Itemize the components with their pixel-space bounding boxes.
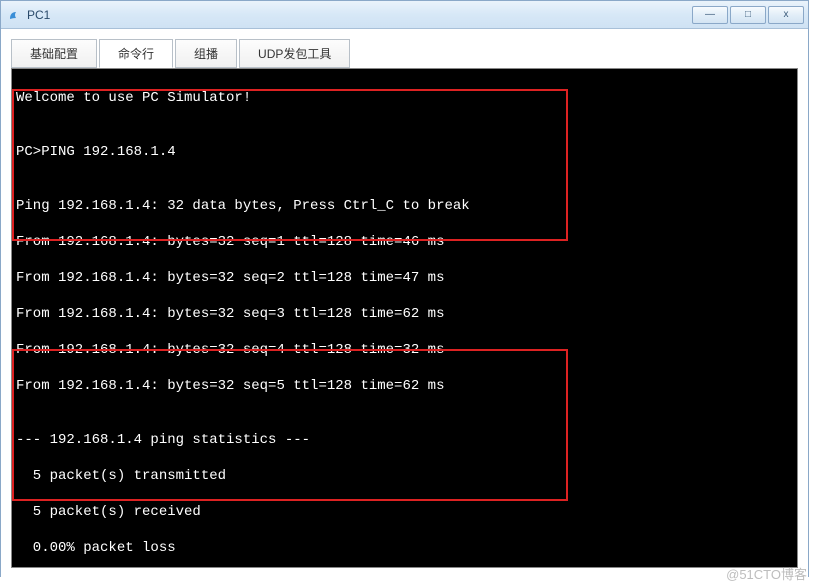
terminal-line: From 192.168.1.4: bytes=32 seq=3 ttl=128… (16, 305, 793, 323)
terminal-line: From 192.168.1.4: bytes=32 seq=4 ttl=128… (16, 341, 793, 359)
terminal-panel: Welcome to use PC Simulator! PC>PING 192… (1, 68, 808, 578)
tab-command-line[interactable]: 命令行 (99, 39, 173, 68)
terminal-line: Ping 192.168.1.4: 32 data bytes, Press C… (16, 197, 793, 215)
maximize-button[interactable]: □ (730, 6, 766, 24)
terminal-line: 5 packet(s) received (16, 503, 793, 521)
tab-udp-packet-tool[interactable]: UDP发包工具 (239, 39, 350, 68)
app-icon (7, 7, 23, 23)
close-button[interactable]: x (768, 6, 804, 24)
terminal-line: Welcome to use PC Simulator! (16, 89, 793, 107)
terminal-line: 0.00% packet loss (16, 539, 793, 557)
highlight-box-ping-success (12, 89, 568, 241)
terminal-line: From 192.168.1.4: bytes=32 seq=1 ttl=128… (16, 233, 793, 251)
terminal-line: PC>PING 192.168.1.4 (16, 143, 793, 161)
minimize-button[interactable]: — (692, 6, 728, 24)
window-controls: — □ x (690, 6, 804, 24)
terminal[interactable]: Welcome to use PC Simulator! PC>PING 192… (11, 68, 798, 568)
window: PC1 — □ x 基础配置 命令行 组播 UDP发包工具 Welcome to… (0, 0, 809, 577)
terminal-line: 5 packet(s) transmitted (16, 467, 793, 485)
window-title: PC1 (27, 8, 690, 22)
tab-bar: 基础配置 命令行 组播 UDP发包工具 (1, 29, 808, 68)
titlebar: PC1 — □ x (1, 1, 808, 29)
terminal-line: From 192.168.1.4: bytes=32 seq=5 ttl=128… (16, 377, 793, 395)
tab-basic-config[interactable]: 基础配置 (11, 39, 97, 68)
watermark: @51CTO博客 (726, 564, 807, 583)
terminal-line: From 192.168.1.4: bytes=32 seq=2 ttl=128… (16, 269, 793, 287)
terminal-line: --- 192.168.1.4 ping statistics --- (16, 431, 793, 449)
tab-multicast[interactable]: 组播 (175, 39, 237, 68)
